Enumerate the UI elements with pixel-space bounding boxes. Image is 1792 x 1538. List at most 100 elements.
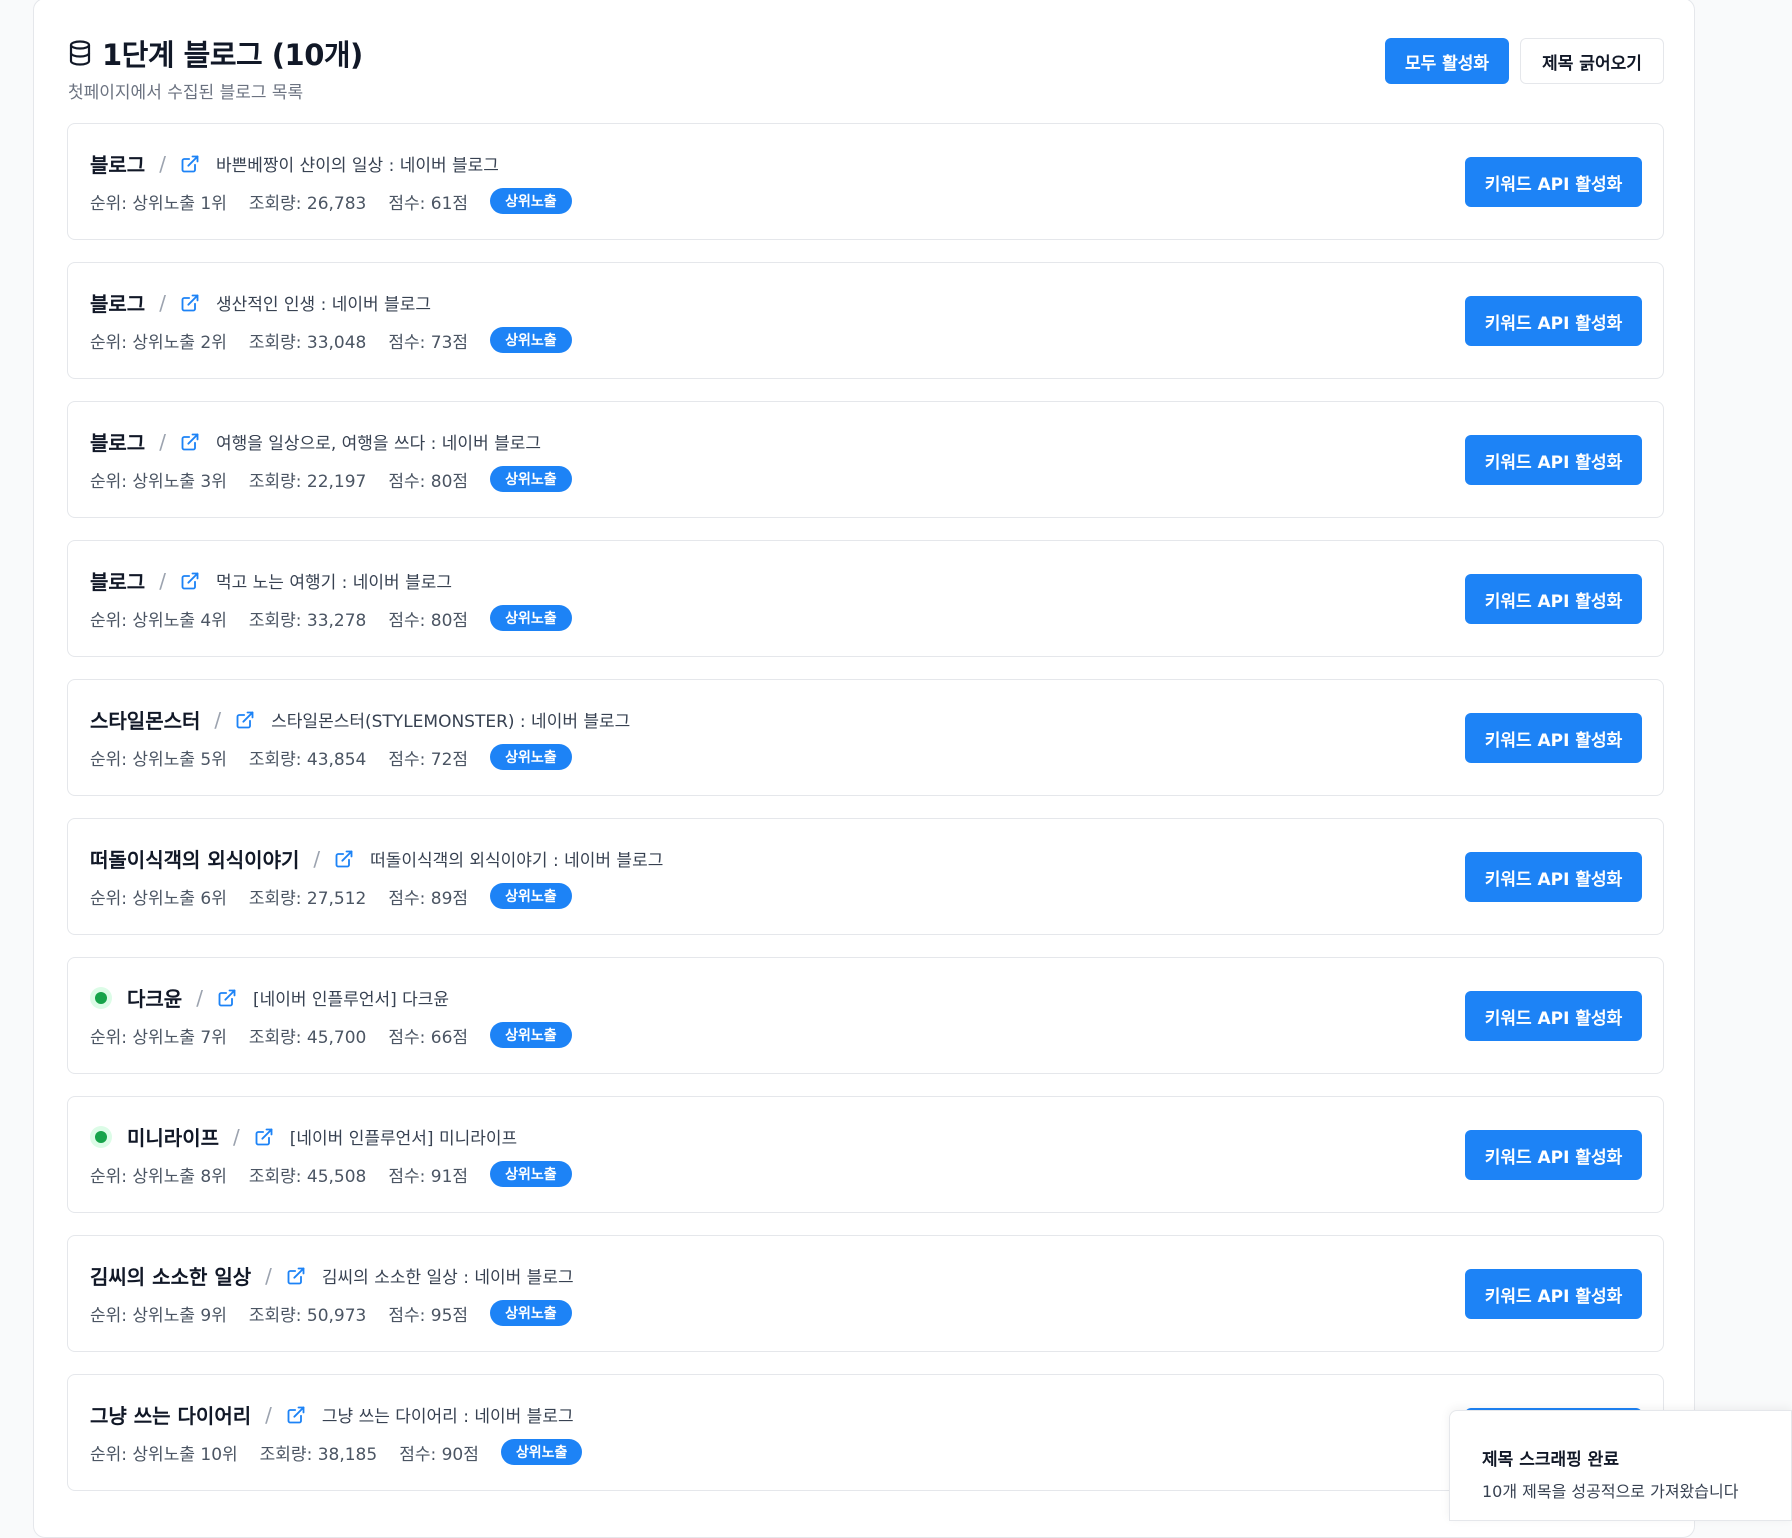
blog-title-row: 그냥 쓰는 다이어리 / 그냥 쓰는 다이어리 : 네이버 블로그: [90, 1400, 574, 1429]
blog-rank: 순위: 상위노출 4위: [90, 610, 227, 631]
blog-score: 점수: 91점: [388, 1166, 469, 1187]
status-badge: 상위노출: [490, 1022, 572, 1048]
blog-name: 미니라이프: [127, 1126, 219, 1150]
status-badge: 상위노출: [490, 1300, 572, 1326]
blog-views: 조회량: 43,854: [248, 749, 367, 770]
keyword-api-activate-button[interactable]: 키워드 API 활성화: [1465, 574, 1642, 624]
external-link-icon[interactable]: [334, 849, 354, 869]
external-link-icon[interactable]: [217, 988, 237, 1008]
blog-score: 점수: 72점: [388, 749, 469, 770]
blog-score: 점수: 80점: [388, 610, 469, 631]
status-badge: 상위노출: [490, 327, 572, 353]
blog-rank: 순위: 상위노출 8위: [90, 1166, 227, 1187]
blog-title-row: 스타일몬스터 / 스타일몬스터(STYLEMONSTER) : 네이버 블로그: [90, 705, 630, 734]
blog-score: 점수: 61점: [388, 193, 469, 214]
status-badge: 상위노출: [500, 1439, 583, 1465]
blog-stats-row: 순위: 상위노출 3위 조회량: 22,197 점수: 80점 상위노출: [90, 466, 572, 492]
blog-name: 블로그: [90, 431, 146, 455]
blog-rank: 순위: 상위노출 5위: [90, 749, 227, 770]
blog-title-row: 블로그 / 여행을 일상으로, 여행을 쓰다 : 네이버 블로그: [90, 427, 541, 456]
keyword-api-activate-button[interactable]: 키워드 API 활성화: [1465, 1269, 1642, 1319]
blog-views: 조회량: 26,783: [248, 193, 367, 214]
blog-card: 김씨의 소소한 일상 / 김씨의 소소한 일상 : 네이버 블로그 순위: 상위노출 …: [67, 1235, 1664, 1352]
external-link-icon[interactable]: [286, 1266, 306, 1286]
activate-all-button[interactable]: 모두 활성화: [1385, 38, 1509, 84]
separator: /: [159, 290, 166, 315]
blog-page-title: 떠돌이식객의 외식이야기 : 네이버 블로그: [370, 851, 664, 871]
blog-name: 다크윤: [127, 987, 183, 1011]
blog-views: 조회량: 45,700: [248, 1027, 367, 1048]
blog-score: 점수: 66점: [388, 1027, 469, 1048]
influencer-dot-icon: [90, 986, 112, 1009]
blog-views: 조회량: 38,185: [259, 1444, 378, 1465]
external-link-icon[interactable]: [235, 710, 255, 730]
blog-name: 떠돌이식객의 외식이야기: [90, 848, 300, 872]
blog-score: 점수: 80점: [388, 471, 469, 492]
external-link-icon[interactable]: [254, 1127, 274, 1147]
keyword-api-activate-button[interactable]: 키워드 API 활성화: [1465, 296, 1642, 346]
blog-views: 조회량: 33,048: [248, 332, 367, 353]
influencer-dot-icon: [90, 1125, 112, 1148]
page-subtitle: 첫페이지에서 수집된 블로그 목록: [68, 83, 304, 103]
blog-title-row: 블로그 / 먹고 노는 여행기 : 네이버 블로그: [90, 566, 452, 595]
keyword-api-activate-button[interactable]: 키워드 API 활성화: [1465, 435, 1642, 485]
blog-card: 다크윤 / [네이버 인플루언서] 다크윤 순위: 상위노출 7위 조회량: 45,70…: [67, 957, 1664, 1074]
blog-stats-row: 순위: 상위노출 9위 조회량: 50,973 점수: 95점 상위노출: [90, 1300, 572, 1326]
toast-notification: 제목 스크래핑 완료 10개 제목을 성공적으로 가져왔습니다: [1449, 1410, 1792, 1521]
blog-page-title: 스타일몬스터(STYLEMONSTER) : 네이버 블로그: [271, 712, 631, 732]
blog-page-title: 김씨의 소소한 일상 : 네이버 블로그: [321, 1268, 574, 1288]
blog-views: 조회량: 22,197: [248, 471, 367, 492]
keyword-api-activate-button[interactable]: 키워드 API 활성화: [1465, 991, 1642, 1041]
blog-page-title: 바쁜베짱이 샨이의 일상 : 네이버 블로그: [215, 156, 499, 176]
blog-title-row: 블로그 / 생산적인 인생 : 네이버 블로그: [90, 288, 431, 317]
blog-page-title: 먹고 노는 여행기 : 네이버 블로그: [215, 573, 453, 593]
keyword-api-activate-button[interactable]: 키워드 API 활성화: [1465, 713, 1642, 763]
toast-description: 10개 제목을 성공적으로 가져왔습니다: [1482, 1482, 1739, 1501]
blog-views: 조회량: 27,512: [248, 888, 367, 909]
page-title: 1단계 블로그 (10개): [102, 38, 363, 72]
blog-stats-row: 순위: 상위노출 8위 조회량: 45,508 점수: 91점 상위노출: [90, 1161, 572, 1187]
blog-page-title: 생산적인 인생 : 네이버 블로그: [215, 295, 431, 315]
external-link-icon[interactable]: [286, 1405, 306, 1425]
blog-name: 스타일몬스터: [90, 709, 201, 733]
external-link-icon[interactable]: [180, 154, 200, 174]
status-badge: 상위노출: [490, 466, 572, 492]
blog-score: 점수: 73점: [388, 332, 469, 353]
separator: /: [159, 151, 166, 176]
external-link-icon[interactable]: [180, 432, 200, 452]
blog-card: 스타일몬스터 / 스타일몬스터(STYLEMONSTER) : 네이버 블로그순위:…: [67, 679, 1664, 796]
external-link-icon[interactable]: [180, 293, 200, 313]
blog-card: 블로그 / 여행을 일상으로, 여행을 쓰다 : 네이버 블로그 순위: 상위노출 3…: [67, 401, 1664, 518]
separator: /: [159, 429, 166, 454]
blog-card: 그냥 쓰는 다이어리 / 그냥 쓰는 다이어리 : 네이버 블로그 순위: 상위노출 …: [67, 1374, 1664, 1491]
keyword-api-activate-button[interactable]: 키워드 API 활성화: [1465, 1130, 1642, 1180]
blog-stats-row: 순위: 상위노출 2위 조회량: 33,048 점수: 73점 상위노출: [90, 327, 572, 353]
blog-stats-row: 순위: 상위노출 5위 조회량: 43,854 점수: 72점 상위노출: [90, 744, 572, 770]
blog-score: 점수: 95점: [388, 1305, 469, 1326]
separator: /: [313, 846, 321, 871]
separator: /: [196, 985, 203, 1010]
blog-stats-row: 순위: 상위노출 6위 조회량: 27,512 점수: 89점 상위노출: [90, 883, 572, 909]
status-badge: 상위노출: [490, 744, 572, 770]
separator: /: [233, 1124, 240, 1149]
blog-name: 블로그: [90, 292, 146, 316]
status-badge: 상위노출: [490, 883, 572, 909]
blog-stats-row: 순위: 상위노출 1위 조회량: 26,783 점수: 61점 상위노출: [90, 188, 572, 214]
status-badge: 상위노출: [490, 605, 572, 631]
blog-title-row: 다크윤 / [네이버 인플루언서] 다크윤: [90, 983, 449, 1012]
blog-stats-row: 순위: 상위노출 4위 조회량: 33,278 점수: 80점 상위노출: [90, 605, 572, 631]
blog-name: 그냥 쓰는 다이어리: [90, 1404, 252, 1428]
external-link-icon[interactable]: [180, 571, 200, 591]
blog-views: 조회량: 33,278: [248, 610, 367, 631]
keyword-api-activate-button[interactable]: 키워드 API 활성화: [1465, 852, 1642, 902]
keyword-api-activate-button[interactable]: 키워드 API 활성화: [1465, 157, 1642, 207]
fetch-titles-button[interactable]: 제목 긁어오기: [1520, 38, 1664, 84]
blog-rank: 순위: 상위노출 3위: [90, 471, 227, 492]
separator: /: [265, 1263, 272, 1288]
blog-name: 블로그: [90, 153, 146, 177]
blog-page-title: [네이버 인플루언서] 다크윤: [252, 990, 450, 1010]
toast-title: 제목 스크래핑 완료: [1482, 1450, 1619, 1470]
blog-score: 점수: 89점: [388, 888, 469, 909]
separator: /: [214, 707, 222, 732]
blog-card: 블로그 / 바쁜베짱이 샨이의 일상 : 네이버 블로그 순위: 상위노출 1위 조회량…: [67, 123, 1664, 240]
